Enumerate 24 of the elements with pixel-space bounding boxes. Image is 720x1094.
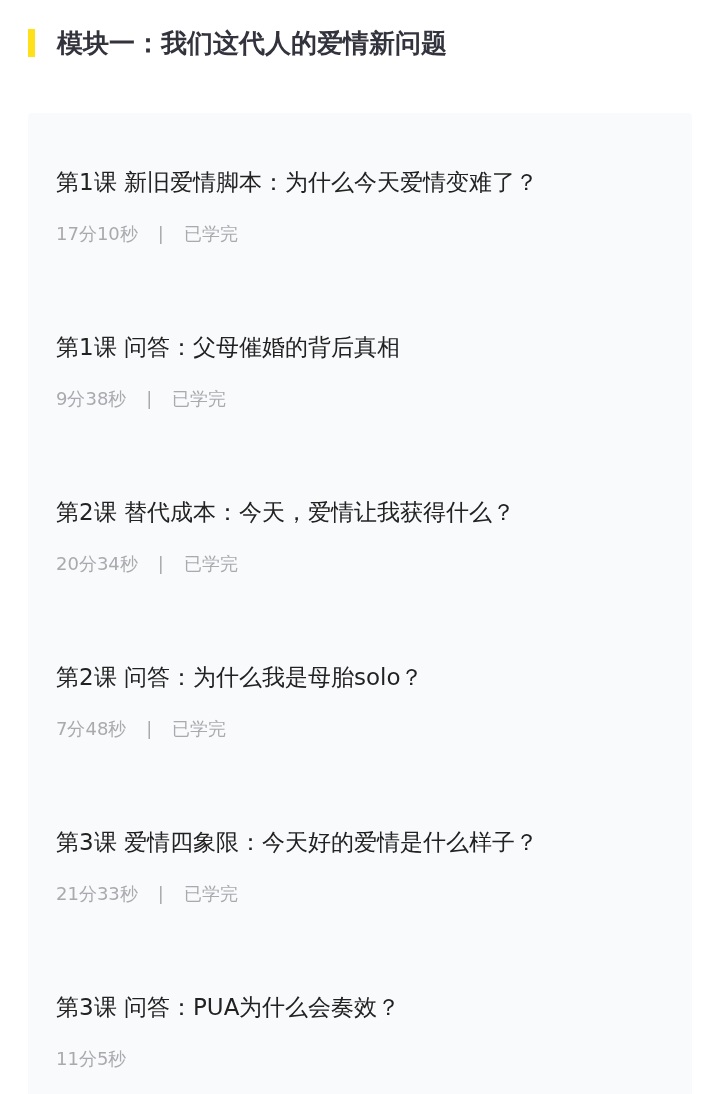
lesson-duration: 20分34秒 [56,552,138,576]
lesson-title[interactable]: 第2课 替代成本：今天，爱情让我获得什么？ [56,495,664,529]
lesson-title[interactable]: 第1课 问答：父母催婚的背后真相 [56,330,664,364]
separator: | [146,717,153,741]
lesson-duration: 17分10秒 [56,222,138,246]
lesson-duration: 7分48秒 [56,717,127,741]
lesson-status: 已学完 [172,717,227,741]
lesson-title[interactable]: 第3课 爱情四象限：今天好的爱情是什么样子？ [56,825,664,859]
module-title: 模块一：我们这代人的爱情新问题 [57,27,447,60]
lesson-status: 已学完 [172,387,227,411]
separator: | [157,882,164,906]
lesson-title[interactable]: 第1课 新旧爱情脚本：为什么今天爱情变难了？ [56,165,664,199]
accent-bar [28,29,35,57]
lesson-title[interactable]: 第2课 问答：为什么我是母胎solo？ [56,660,664,694]
lesson-duration: 9分38秒 [56,387,127,411]
separator: | [157,552,164,576]
lesson-status: 已学完 [183,222,238,246]
lesson-title[interactable]: 第3课 问答：PUA为什么会奏效？ [56,990,664,1024]
separator: | [146,387,153,411]
lesson-duration: 21分33秒 [56,882,138,906]
lesson-status: 已学完 [183,882,238,906]
separator: | [157,222,164,246]
lesson-status: 已学完 [183,552,238,576]
lesson-duration: 11分5秒 [56,1047,127,1071]
